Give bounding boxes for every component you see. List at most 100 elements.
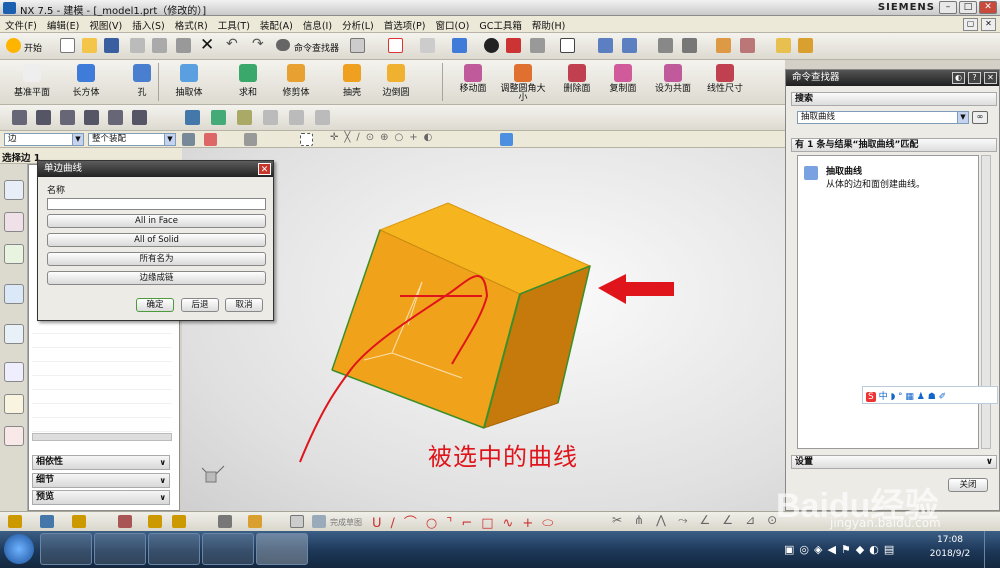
save-icon[interactable] <box>104 38 119 53</box>
sync-button[interactable]: 调整圆角大小 <box>498 64 548 103</box>
orient-view-icon[interactable] <box>598 38 613 53</box>
command-finder-button[interactable]: 命令查找器 <box>294 41 339 54</box>
snap-icon[interactable] <box>8 515 22 528</box>
process-studio-icon[interactable] <box>4 426 24 446</box>
menu-item[interactable]: 插入(S) <box>127 16 169 34</box>
delete-icon[interactable]: ✕ <box>200 35 214 55</box>
menu-item[interactable]: 信息(I) <box>298 16 337 34</box>
sketch-edit-icons[interactable]: ✂⋔⋀⤳∠∠⊿⊙ <box>612 513 789 528</box>
measure-icon[interactable] <box>658 38 673 53</box>
sync-button[interactable]: 复制面 <box>598 64 648 94</box>
section-details[interactable]: 细节 ∨ <box>32 473 170 488</box>
feature-button[interactable]: 抽取体 <box>165 64 213 98</box>
feature-button[interactable]: 抽壳 <box>328 64 376 98</box>
doc-restore-icon[interactable]: ▢ <box>963 18 978 31</box>
ime-toolbar[interactable]: S 中 ◗ ° ▦ ♟ ☗ ✐ <box>862 386 998 404</box>
redo-icon[interactable]: ↷ <box>252 36 264 52</box>
search-input[interactable]: 抽取曲线 ▼ <box>797 111 969 124</box>
curve-tool-icon[interactable] <box>108 110 123 125</box>
all-of-solid-button[interactable]: All of Solid <box>47 233 266 247</box>
clock-date[interactable]: 2018/9/2 <box>924 549 976 559</box>
curve-tool-icon[interactable] <box>60 110 75 125</box>
clock-time[interactable]: 17:08 <box>930 535 970 545</box>
finish-sketch-label[interactable]: 完成草图 <box>330 517 362 528</box>
filter-icon[interactable] <box>182 133 195 146</box>
system-materials-icon[interactable] <box>4 394 24 414</box>
web-browser-icon[interactable] <box>4 324 24 344</box>
rect-select-icon[interactable] <box>300 133 313 146</box>
doc-close-icon[interactable]: ✕ <box>981 18 996 31</box>
background-icon[interactable] <box>560 38 575 53</box>
menu-item[interactable]: 装配(A) <box>255 16 298 34</box>
menu-item[interactable]: 帮助(H) <box>527 16 571 34</box>
gray-icon[interactable] <box>315 110 330 125</box>
selection-icon[interactable] <box>350 38 365 53</box>
snap-icon[interactable] <box>716 38 731 53</box>
assembly-navigator-icon[interactable] <box>4 180 24 200</box>
reuse-library-icon[interactable] <box>4 284 24 304</box>
taskbar-app-icon[interactable] <box>202 533 254 565</box>
open-file-icon[interactable] <box>82 38 97 53</box>
sketch-curve-icons[interactable]: ᑌ∕⌒○⌝⌐□∿+⬭ <box>372 512 562 531</box>
cancel-button[interactable]: 取消 <box>225 298 263 312</box>
dialog-close-button[interactable]: ✕ <box>258 163 271 175</box>
all-in-face-button[interactable]: All in Face <box>47 214 266 228</box>
menu-item[interactable]: GC工具箱 <box>474 16 527 34</box>
taskbar-app-icon[interactable] <box>40 533 92 565</box>
section-dependencies[interactable]: 相依性 ∨ <box>32 455 170 470</box>
menu-item[interactable]: 首选项(P) <box>379 16 431 34</box>
analysis-icon[interactable] <box>740 38 755 53</box>
menu-item[interactable]: 窗口(O) <box>430 16 474 34</box>
shaded-icon[interactable] <box>484 38 499 53</box>
panel-close-icon[interactable]: ✕ <box>984 72 997 84</box>
sync-button[interactable]: 线性尺寸 <box>700 64 750 94</box>
snap-point-icons[interactable]: ✛╳∕⊙⊕○+◐ <box>330 132 438 143</box>
snap-icon[interactable] <box>148 515 162 528</box>
tray-icons[interactable]: ▣◎◈◀⚑◆◐▤ <box>784 543 899 556</box>
curve-tool-icon[interactable] <box>36 110 51 125</box>
back-button[interactable]: 后退 <box>181 298 219 312</box>
snap-icon[interactable] <box>172 515 186 528</box>
new-file-icon[interactable] <box>60 38 75 53</box>
sketch-icon[interactable] <box>248 515 262 528</box>
paste-icon[interactable] <box>176 38 191 53</box>
curve-tool-icon[interactable] <box>132 110 147 125</box>
panel-close-button[interactable]: 关闭 <box>948 478 988 492</box>
settings-header[interactable]: 设置 ∨ <box>791 455 997 469</box>
menu-item[interactable]: 分析(L) <box>337 16 379 34</box>
snap-icon[interactable] <box>40 515 54 528</box>
type-filter-combo[interactable]: 边 ▼ <box>4 133 84 146</box>
ok-button[interactable]: 确定 <box>136 298 174 312</box>
taskbar-app-icon[interactable] <box>94 533 146 565</box>
snap-icon[interactable] <box>72 515 86 528</box>
edge-display-icon[interactable] <box>506 38 521 53</box>
section-icon[interactable] <box>682 38 697 53</box>
part-navigator-icon[interactable] <box>4 244 24 264</box>
menu-item[interactable]: 格式(R) <box>170 16 213 34</box>
taskbar-app-icon[interactable] <box>148 533 200 565</box>
history-icon[interactable] <box>4 362 24 382</box>
search-binoculars-icon[interactable]: ∞ <box>972 111 988 124</box>
gray-icon[interactable] <box>289 110 304 125</box>
feature-button[interactable]: 长方体 <box>62 64 110 98</box>
hidden-edge-icon[interactable] <box>530 38 545 53</box>
minimize-button[interactable]: – <box>939 1 957 14</box>
all-named-button[interactable]: 所有名为 <box>47 252 266 266</box>
edge-chain-button[interactable]: 边缘成链 <box>47 271 266 285</box>
undo-icon[interactable]: ↶ <box>226 36 238 52</box>
finish-sketch-icon[interactable] <box>312 515 326 528</box>
constraint-navigator-icon[interactable] <box>4 212 24 232</box>
menu-item[interactable]: 工具(T) <box>213 16 255 34</box>
menu-item[interactable]: 文件(F) <box>0 16 42 34</box>
layer-icon[interactable] <box>622 38 637 53</box>
transform-icon[interactable] <box>185 110 200 125</box>
snap-point-icon[interactable] <box>204 133 217 146</box>
menu-item[interactable]: 视图(V) <box>84 16 127 34</box>
command-finder-icon[interactable] <box>276 39 290 51</box>
show-desktop-button[interactable] <box>984 531 1000 568</box>
start-orb-icon[interactable] <box>4 534 34 564</box>
sync-button[interactable]: 移动面 <box>448 64 498 94</box>
sogou-icon[interactable]: S <box>866 392 876 402</box>
menu-item[interactable]: 编辑(E) <box>42 16 84 34</box>
results-scrollbar[interactable] <box>981 155 991 449</box>
